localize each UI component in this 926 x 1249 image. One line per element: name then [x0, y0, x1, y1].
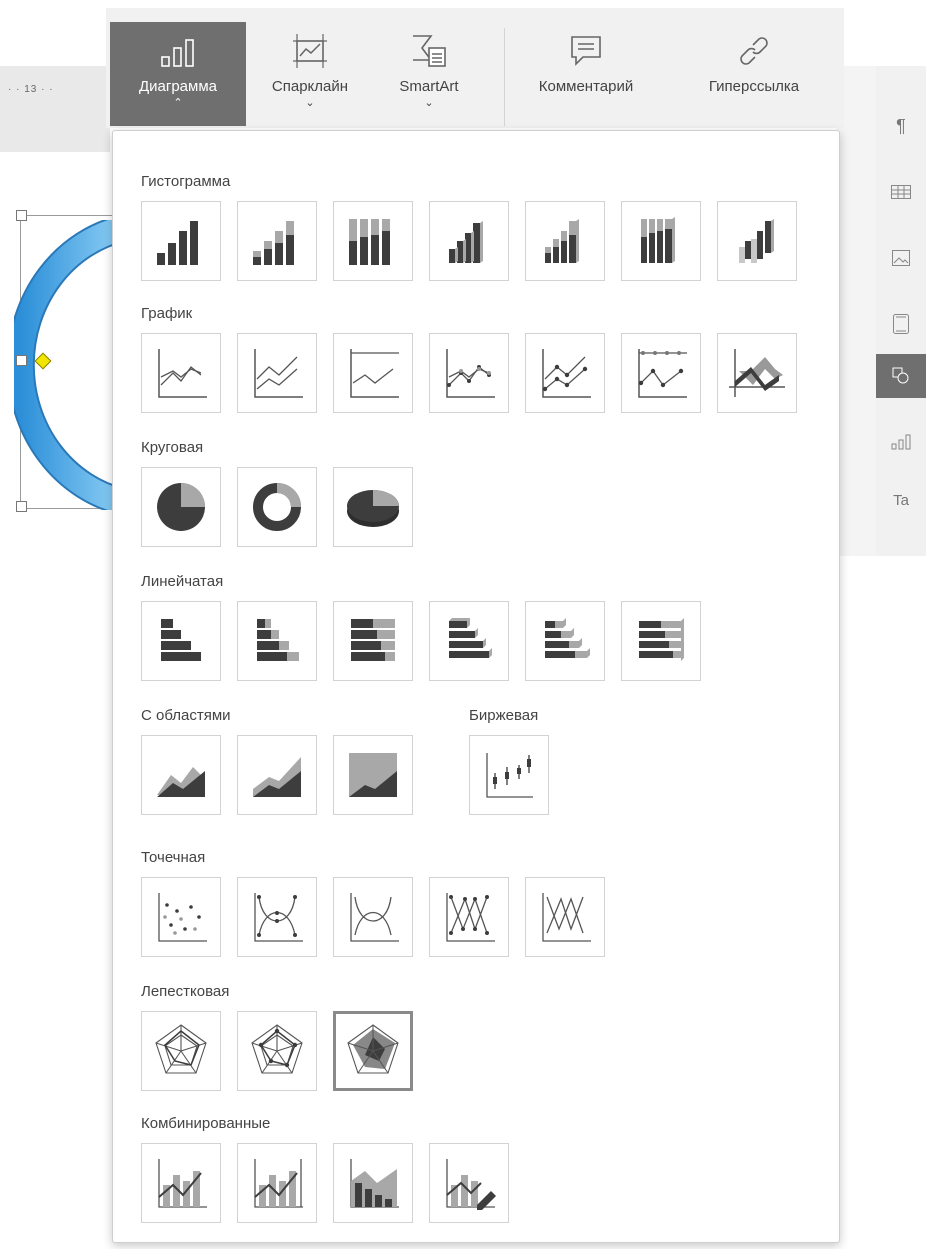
sparkline-button-label: Спарклайн [271, 78, 349, 95]
stock-chart-icon[interactable] [469, 735, 549, 815]
ruler-marks: · · 13 · · [8, 84, 54, 95]
ring-shape[interactable] [14, 220, 124, 510]
horizontal-ruler: · · 13 · · [0, 66, 110, 153]
bar-percent-stacked-chart-icon[interactable] [333, 601, 413, 681]
combo-custom-chart-icon[interactable] [429, 1143, 509, 1223]
bar-3d-clustered-chart-icon[interactable] [429, 601, 509, 681]
pie-chart-icon[interactable] [141, 467, 221, 547]
line-3d-chart-icon[interactable] [717, 333, 797, 413]
section-title-line: График [141, 305, 193, 322]
area-stacked-chart-icon[interactable] [237, 735, 317, 815]
resize-handle-bottom-left[interactable] [16, 501, 27, 512]
combo-column-line-chart-icon[interactable] [141, 1143, 221, 1223]
bar-3d-percent-stacked-chart-icon[interactable] [621, 601, 701, 681]
area-chart-icon[interactable] [141, 735, 221, 815]
doughnut-chart-icon[interactable] [237, 467, 317, 547]
combo-area-column-chart-icon[interactable] [333, 1143, 413, 1223]
textart-icon[interactable]: Ta [876, 478, 926, 522]
smartart-button-label: SmartArt [399, 78, 459, 95]
comment-icon [569, 22, 603, 68]
section-title-stock: Биржевая [469, 707, 539, 724]
hyperlink-button-label: Гиперссылка [708, 78, 800, 95]
image-icon[interactable] [876, 236, 926, 280]
line-chart-icon[interactable] [141, 333, 221, 413]
hyperlink-icon [737, 22, 771, 68]
sparkline-button[interactable]: Спарклайн ⌄ [254, 22, 366, 126]
line-percent-stacked-markers-chart-icon[interactable] [621, 333, 701, 413]
section-title-bar: Линейчатая [141, 573, 224, 590]
header-footer-icon[interactable] [876, 302, 926, 346]
section-title-combo: Комбинированные [141, 1115, 271, 1132]
section-title-pie: Круговая [141, 439, 204, 456]
hyperlink-button[interactable]: Гиперссылка [684, 22, 824, 126]
column-3d-percent-stacked-chart-icon[interactable] [621, 201, 701, 281]
line-percent-stacked-chart-icon[interactable] [333, 333, 413, 413]
line-stacked-chart-icon[interactable] [237, 333, 317, 413]
section-title-area: С областями [141, 707, 231, 724]
scatter-straight-chart-icon[interactable] [525, 877, 605, 957]
chevron-down-icon: ⌄ [305, 97, 315, 109]
toolbar-separator [504, 28, 505, 126]
paragraph-icon[interactable]: ¶ [876, 104, 926, 148]
insert-toolbar: Диаграмма ⌃ Спарклайн ⌄ SmartArt ⌄ Комме… [106, 8, 844, 128]
bar-3d-stacked-chart-icon[interactable] [525, 601, 605, 681]
line-stacked-markers-chart-icon[interactable] [525, 333, 605, 413]
smartart-icon [411, 22, 447, 68]
section-title-scatter: Точечная [141, 849, 206, 866]
smartart-button[interactable]: SmartArt ⌄ [376, 22, 482, 126]
bar-chart-icon [160, 22, 196, 68]
column-percent-stacked-chart-icon[interactable] [333, 201, 413, 281]
chart-type-menu: Гистограмма График Круговая Линейчатая С… [112, 130, 840, 1243]
column-3d-chart-icon[interactable] [717, 201, 797, 281]
scatter-smooth-chart-icon[interactable] [333, 877, 413, 957]
sparkline-icon [293, 22, 327, 68]
chart-button-label: Диаграмма [138, 78, 217, 95]
radar-markers-chart-icon[interactable] [237, 1011, 317, 1091]
bar-clustered-chart-icon[interactable] [141, 601, 221, 681]
combo-column-line-secondary-chart-icon[interactable] [237, 1143, 317, 1223]
column-clustered-chart-icon[interactable] [141, 201, 221, 281]
scatter-straight-markers-chart-icon[interactable] [429, 877, 509, 957]
section-title-radar: Лепестковая [141, 983, 230, 1000]
chart-icon[interactable] [876, 420, 926, 464]
resize-handle-left[interactable] [16, 355, 27, 366]
comment-button-label: Комментарий [538, 78, 634, 95]
column-3d-stacked-chart-icon[interactable] [525, 201, 605, 281]
area-percent-stacked-chart-icon[interactable] [333, 735, 413, 815]
column-stacked-chart-icon[interactable] [237, 201, 317, 281]
chevron-down-icon: ⌄ [424, 97, 434, 109]
pie-3d-chart-icon[interactable] [333, 467, 413, 547]
settings-panel-edge [836, 66, 877, 556]
shape-icon[interactable] [876, 354, 926, 398]
radar-filled-chart-icon[interactable] [333, 1011, 413, 1091]
radar-chart-icon[interactable] [141, 1011, 221, 1091]
bar-stacked-chart-icon[interactable] [237, 601, 317, 681]
line-markers-chart-icon[interactable] [429, 333, 509, 413]
comment-button[interactable]: Комментарий [518, 22, 654, 126]
column-3d-clustered-chart-icon[interactable] [429, 201, 509, 281]
scatter-chart-icon[interactable] [141, 877, 221, 957]
chart-button[interactable]: Диаграмма ⌃ [110, 22, 246, 126]
section-title-column: Гистограмма [141, 173, 231, 190]
chevron-up-icon: ⌃ [173, 97, 183, 109]
table-icon[interactable] [876, 170, 926, 214]
resize-handle-top-left[interactable] [16, 210, 27, 221]
scatter-smooth-markers-chart-icon[interactable] [237, 877, 317, 957]
right-sidebar: ¶ Ta [876, 66, 926, 556]
